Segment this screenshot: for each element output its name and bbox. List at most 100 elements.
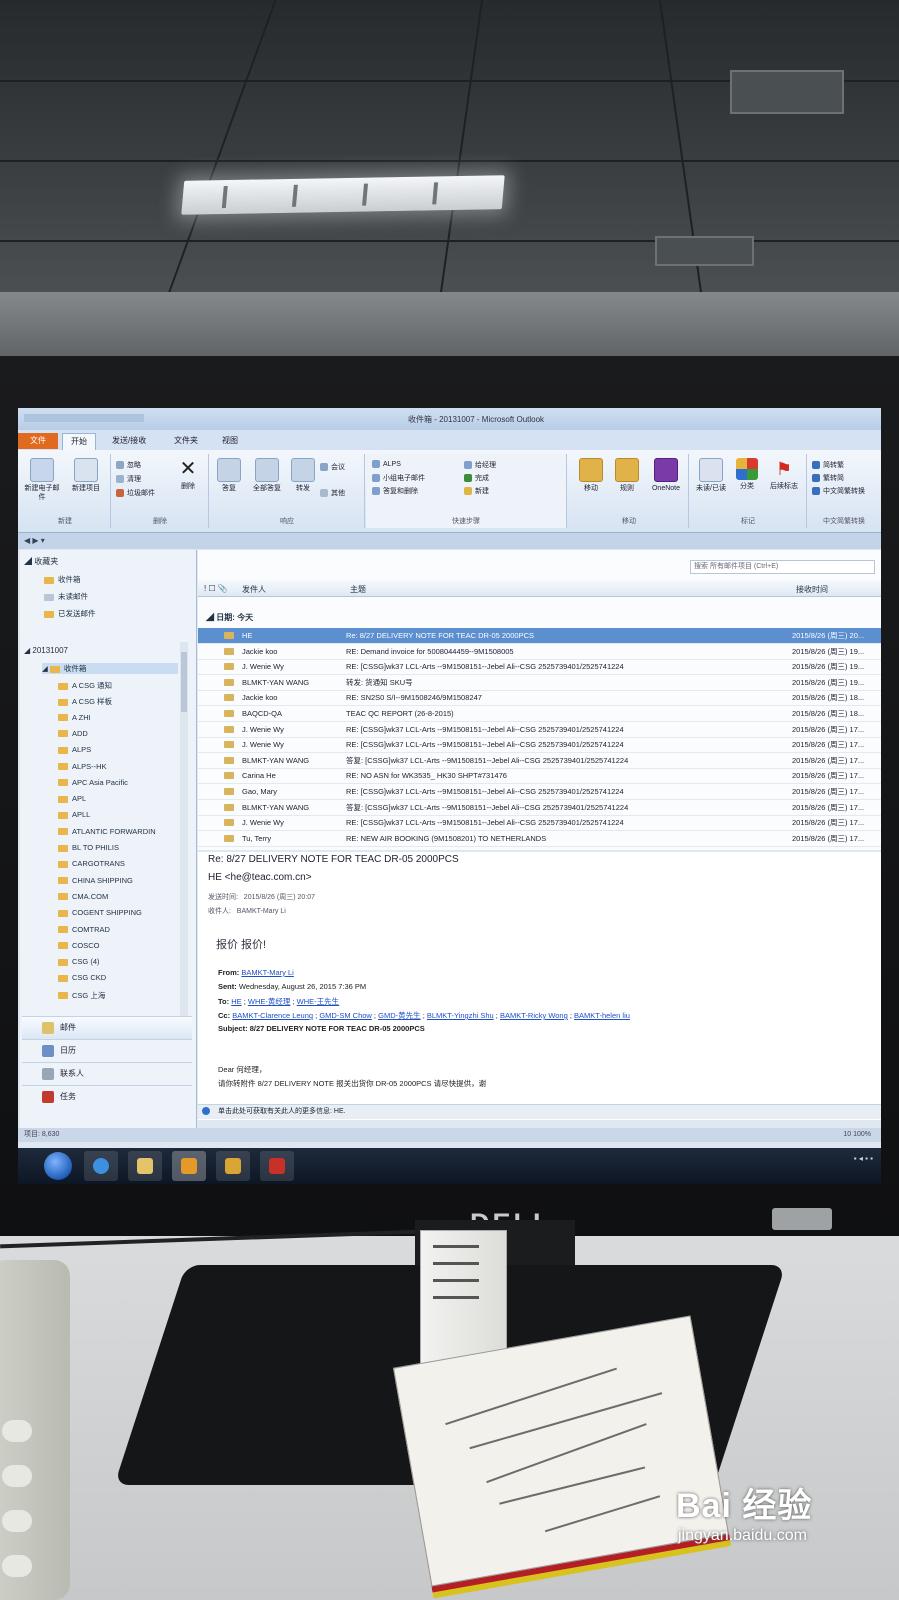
to-traditional-button[interactable]: 简转繁 <box>812 460 844 470</box>
quick-access-toolbar[interactable] <box>24 414 144 422</box>
folder-item[interactable]: ATLANTIC FORWARDIN <box>58 827 156 836</box>
to2-link[interactable]: HE <box>231 997 241 1006</box>
reply-button[interactable]: 答复 <box>212 458 246 493</box>
column-received[interactable]: 接收时间 <box>796 584 828 595</box>
quickstep-to-manager[interactable]: 给经理 <box>464 460 496 470</box>
to2-link[interactable]: WHE-黄经理 <box>248 997 291 1006</box>
taskbar-ie[interactable] <box>84 1151 118 1181</box>
tab-folder[interactable]: 文件夹 <box>166 433 206 449</box>
forward-button[interactable]: 转发 <box>288 458 318 493</box>
module-calendar[interactable]: 日历 <box>22 1039 192 1062</box>
folder-item[interactable]: A CSG 样板 <box>58 696 112 707</box>
folder-item[interactable]: APL <box>58 794 86 803</box>
folder-item[interactable]: COSCO <box>58 941 100 950</box>
message-row[interactable]: BLMKT-YAN WANG 转发: 货通知 SKU号 2015/8/26 (周三)… <box>198 675 881 691</box>
quickstep-done[interactable]: 完成 <box>464 473 489 483</box>
new-items-button[interactable]: 新建项目 <box>66 458 106 493</box>
message-row[interactable]: Tu, Terry RE: NEW AIR BOOKING (9M1508201)… <box>198 831 881 847</box>
message-row[interactable]: BAQCD-QA TEAC QC REPORT (26-8-2015) 2015/8… <box>198 706 881 722</box>
system-tray[interactable]: ▪ ◂ ▪ ▪ <box>854 1154 873 1163</box>
cc-link[interactable]: BAMKT-Clarence Leung <box>232 1011 313 1020</box>
folder-item[interactable]: CHINA SHIPPING <box>58 876 133 885</box>
folder-item[interactable]: COGENT SHIPPING <box>58 908 142 917</box>
categorize-button[interactable]: 分类 <box>732 458 762 491</box>
taskbar-outlook[interactable] <box>172 1151 206 1181</box>
cc-link[interactable]: BAMKT-helen liu <box>574 1011 630 1020</box>
folder-item[interactable]: ALPS--HK <box>58 762 107 771</box>
folder-inbox[interactable]: ◢ 收件箱 <box>42 663 178 674</box>
folder-item[interactable]: COMTRAD <box>58 925 110 934</box>
new-email-button[interactable]: 新建电子邮件 <box>22 458 62 502</box>
quickstep-alps[interactable]: ALPS <box>372 460 401 468</box>
message-row[interactable]: BLMKT-YAN WANG 答复: [CSSG]wk37 LCL-Arts --… <box>198 800 881 816</box>
folder-item[interactable]: ADD <box>58 729 88 738</box>
group-header-today[interactable]: ◢ 日期: 今天 <box>206 612 253 623</box>
message-row[interactable]: J. Wenie Wy RE: [CSSG]wk37 LCL-Arts --9M1… <box>198 815 881 832</box>
cc-link[interactable]: BLMKT-Yingzhi Shu <box>427 1011 494 1020</box>
column-icons[interactable]: ! ☐ 📎 <box>204 584 228 593</box>
search-input[interactable]: 搜索 所有邮件项目 (Ctrl+E) <box>690 560 875 574</box>
message-row[interactable]: Jackie koo RE: SN2S0 S/I--9M1508246/9M150… <box>198 690 881 707</box>
followup-button[interactable]: ⚑ 后续标志 <box>764 458 804 491</box>
junk-button[interactable]: 垃圾邮件 <box>116 488 155 498</box>
message-row[interactable]: J. Wenie Wy RE: [CSSG]wk37 LCL-Arts --9M1… <box>198 737 881 754</box>
module-tasks[interactable]: 任务 <box>22 1085 192 1108</box>
zoom-level[interactable]: 10 100% <box>843 1128 871 1142</box>
quickstep-team-mail[interactable]: 小组电子邮件 <box>372 473 425 483</box>
quickstep-new[interactable]: 新建 <box>464 486 489 496</box>
cc-link[interactable]: GMD-黄先生 <box>378 1011 421 1020</box>
taskbar-acrobat[interactable] <box>260 1151 294 1181</box>
move-button[interactable]: 移动 <box>574 458 608 493</box>
to-simplified-button[interactable]: 繁转简 <box>812 473 844 483</box>
tab-send-receive[interactable]: 发送/接收 <box>104 433 154 449</box>
folder-item[interactable]: BL TO PHILIS <box>58 843 119 852</box>
module-mail[interactable]: 邮件 <box>22 1016 192 1039</box>
clean-button[interactable]: 清理 <box>116 474 141 484</box>
folder-item[interactable]: CSG CKD <box>58 973 106 982</box>
taskbar-folder[interactable] <box>216 1151 250 1181</box>
tab-view[interactable]: 视图 <box>214 433 246 449</box>
unread-read-button[interactable]: 未读/已读 <box>692 458 730 493</box>
column-subject[interactable]: 主题 <box>350 584 366 595</box>
folder-item[interactable]: CARGOTRANS <box>58 859 125 868</box>
people-pane-infobar[interactable]: 单击此处可获取有关此人的更多信息: HE. <box>198 1104 881 1119</box>
folder-item[interactable]: CSG 上海 <box>58 990 105 1001</box>
cc-link[interactable]: GMD-SM Chow <box>319 1011 372 1020</box>
message-row[interactable]: HE Re: 8/27 DELIVERY NOTE FOR TEAC DR-05 … <box>198 628 881 644</box>
to-value[interactable]: BAMKT-Mary Li <box>237 908 286 915</box>
folder-item[interactable]: CMA.COM <box>58 892 108 901</box>
onenote-button[interactable]: OneNote <box>646 458 686 493</box>
to2-link[interactable]: WHE-王先生 <box>297 997 340 1006</box>
tab-file[interactable]: 文件 <box>18 433 58 449</box>
rules-button[interactable]: 规则 <box>610 458 644 493</box>
taskbar-explorer[interactable] <box>128 1151 162 1181</box>
message-row[interactable]: J. Wenie Wy RE: [CSSG]wk37 LCL-Arts --9M1… <box>198 722 881 738</box>
account-header[interactable]: ◢ 20131007 <box>24 646 68 655</box>
message-row[interactable]: J. Wenie Wy RE: [CSSG]wk37 LCL-Arts --9M1… <box>198 659 881 676</box>
delete-button[interactable]: ✕ 删除 <box>172 458 204 491</box>
message-row[interactable]: Carina He RE: NO ASN for WK3535_ HK30 SHP… <box>198 768 881 785</box>
cc-link[interactable]: BAMKT-Ricky Wong <box>500 1011 568 1020</box>
chinese-convert-button[interactable]: 中文简繁转换 <box>812 486 865 496</box>
message-row[interactable]: Gao, Mary RE: [CSSG]wk37 LCL-Arts --9M150… <box>198 784 881 800</box>
quickstep-reply-delete[interactable]: 答复和删除 <box>372 486 418 496</box>
module-contacts[interactable]: 联系人 <box>22 1062 192 1085</box>
column-from[interactable]: 发件人 <box>242 584 266 595</box>
more-respond-button[interactable]: 其他 <box>320 488 345 498</box>
back-forward-icon[interactable]: ◀ ▶ ▾ <box>24 536 45 545</box>
from-link[interactable]: BAMKT-Mary Li <box>241 968 294 977</box>
reply-all-button[interactable]: 全部答复 <box>248 458 286 493</box>
tab-home[interactable]: 开始 <box>62 433 96 450</box>
folder-scrollbar[interactable] <box>180 642 188 1016</box>
favorite-sent[interactable]: 已发送邮件 <box>44 608 96 619</box>
start-button[interactable] <box>44 1152 72 1180</box>
message-row[interactable]: Jackie koo RE: Demand invoice for 5008044… <box>198 644 881 660</box>
meeting-button[interactable]: 会议 <box>320 462 345 472</box>
folder-item[interactable]: CSG (4) <box>58 957 100 966</box>
favorite-unread[interactable]: 未读邮件 <box>44 591 88 602</box>
folder-item[interactable]: A ZHI <box>58 713 91 722</box>
folder-item[interactable]: APLL <box>58 810 90 819</box>
ignore-button[interactable]: 忽略 <box>116 460 141 470</box>
favorites-header[interactable]: ◢ 收藏夹 <box>24 556 58 567</box>
folder-item[interactable]: A CSG 通知 <box>58 680 112 691</box>
